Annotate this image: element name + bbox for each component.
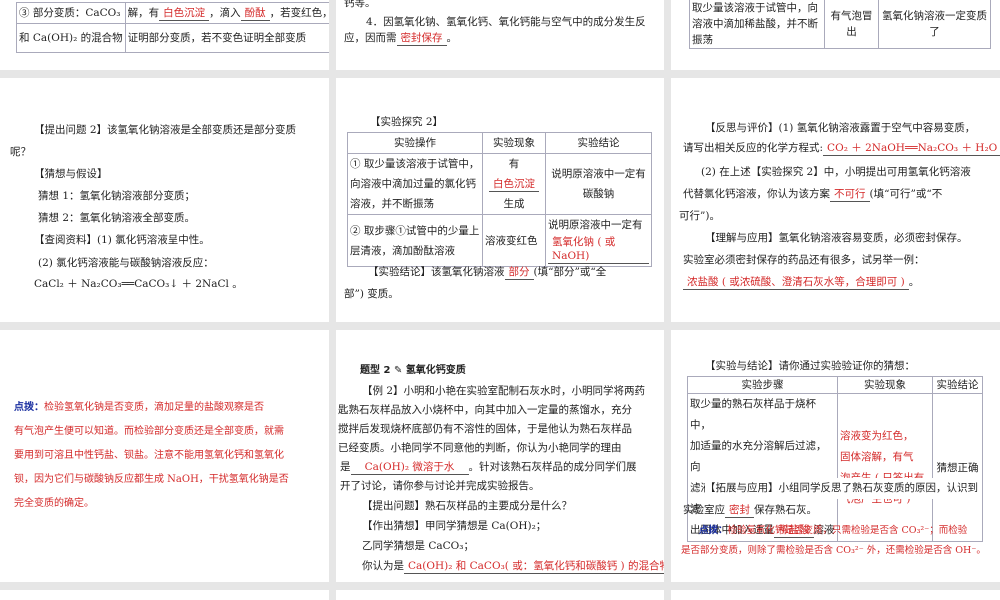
text-line: (2) 氯化钙溶液能与碳酸钠溶液反应： [38, 257, 214, 269]
text-line: 开了讨论，请你参与讨论并完成实验报告。 [340, 480, 540, 492]
table-header: 实验操作 [347, 132, 483, 154]
text-line: 可行”)。 [679, 210, 720, 222]
text-line: 【提出问题 2】该氢氧化钠溶液是全部变质还是部分变质 [34, 124, 297, 136]
text-line: 【例 2】小明和小艳在实验室配制石灰水时，小明同学将两药 [362, 385, 646, 397]
equation: CaCl₂ ＋ Na₂CO₃══CaCO₃↓ ＋ 2NaCl 。 [34, 278, 243, 290]
table-cell: 说明原溶液中一定有碳酸钠 [545, 153, 652, 215]
text-line: 已经变质。小艳同学不同意他的判断，你认为小艳同学的理由 [338, 442, 622, 454]
slide-table: 实验操作 实验现象 实验结论 ① 取少量该溶液于试管中，向溶液中滴加过量的氯化钙溶液… [347, 132, 652, 267]
text-line: 【查阅资料】(1) 氯化钙溶液呈中性。 [34, 234, 210, 246]
slide-thumbnail-5[interactable]: 【实验探究 2】 实验操作 实验现象 实验结论 ① 取少量该溶液于试管中，向溶液中滴… [336, 78, 664, 322]
slide-thumbnail-2[interactable]: 钙等。 4．因氢氧化钠、氢氧化钙、氧化钙能与空气中的成分发生反 应，因而需 密封保… [336, 0, 664, 70]
table-cell: 氢氧化钠溶液一定变质了 [878, 0, 991, 49]
text-line: 猜想 2：氢氧化钠溶液全部变质。 [38, 212, 196, 224]
text-line: 请写出相关反应的化学方程式:CO₂ ＋ 2NaOH══Na₂CO₃ ＋ H₂O。 [683, 138, 1000, 159]
hint-line: 有气泡产生便可以知道。而检验部分变质还是全部变质，就需 [14, 426, 284, 437]
table-cell: 解，有 白色沉淀 ，滴入 酚酞 ，若变红色， [124, 2, 329, 24]
text-line: 乙同学猜想是 CaCO₃； [362, 540, 474, 552]
text-line: 【作出猜想】甲同学猜想是 Ca(OH)₂； [362, 520, 547, 532]
section-heading: 题型 2 ✎ 氢氧化钙变质 [360, 365, 466, 376]
text-line: 匙熟石灰样品放入小烧杯中，向其中加入一定量的蒸馏水，充分 [338, 404, 632, 416]
text-line: (2) 在上述【实验探究 2】中，小明提出可用氢氧化钙溶液 [701, 166, 971, 178]
table-cell: ① 取少量该溶液于试管中，向溶液中滴加过量的氯化钙溶液，并不断振荡 [347, 153, 483, 215]
slide-thumbnail-11[interactable] [336, 590, 664, 600]
text-line: 【理解与应用】氢氧化钠溶液容易变质，必须密封保存。 [705, 232, 968, 244]
slide-thumbnail-6[interactable]: 【反思与评价】(1) 氢氧化钠溶液露置于空气中容易变质， 请写出相关反应的化学方… [671, 78, 1000, 322]
hint-line: 完全变质的确定。 [14, 498, 94, 509]
slide-thumbnail-9[interactable]: 【实验与结论】请你通过实验验证你的猜想： 实验步骤 实验现象 实验结论 取少量的熟石… [671, 330, 1000, 582]
slide-thumbnail-4[interactable]: 【提出问题 2】该氢氧化钠溶液是全部变质还是部分变质 呢？ 【猜想与假设】 猜想… [0, 78, 329, 322]
text-line: 呢？ [10, 146, 31, 158]
text-line: 浓盐酸 ( 或浓硫酸、澄清石灰水等，合理即可 )。 [683, 272, 919, 293]
text-line: 实验室应 密封 保存熟石灰。 [683, 504, 817, 518]
slide-thumbnail-8[interactable]: 题型 2 ✎ 氢氧化钙变质 【例 2】小明和小艳在实验室配制石灰水时，小明同学将… [336, 330, 664, 582]
text-line: 是 Ca(OH)₂ 微溶于水 。针对该熟石灰样品的成分同学们展 [340, 461, 637, 475]
text-line: 【猜想与假设】 [34, 168, 108, 180]
table-cell: ② 取步骤①试管中的少量上层清液，滴加酚酞溶液 [347, 214, 483, 267]
table-cell: 说明原溶液中一定有 氢氧化钠 ( 或 NaOH) [545, 214, 652, 267]
hint-line: 点拨：检验氢氧化钙是否变质，只需检验是否含 CO₃²⁻；而检验 [699, 525, 968, 536]
text-line: 【反思与评价】(1) 氢氧化钠溶液露置于空气中容易变质， [705, 122, 976, 134]
slide-thumbnail-1[interactable]: ③ 部分变质：CaCO₃ 解，有 白色沉淀 ，滴入 酚酞 ，若变红色， 和 Ca(OH)₂… [0, 0, 329, 70]
table-cell: 有白色沉淀 生成 [482, 153, 546, 215]
text-line: 搅拌后发现烧杯底部仍有不溶性的固体，于是他认为熟石灰样品 [338, 423, 632, 435]
hint-line: 是否部分变质，则除了需检验是否含 CO₃²⁻ 外，还需检验是否含 OH⁻。 [681, 545, 986, 556]
table-header: 实验结论 [545, 132, 652, 154]
hint-line: 点拨：检验氢氧化钠是否变质，滴加足量的盐酸观察是否 [14, 402, 264, 413]
slide-table: ③ 部分变质：CaCO₃ 解，有 白色沉淀 ，滴入 酚酞 ，若变红色， 和 Ca(OH)₂… [16, 2, 329, 53]
table-header: 实验现象 [837, 376, 933, 394]
text-line: 猜想 1：氢氧化钠溶液部分变质； [38, 190, 196, 202]
table-header: 实验步骤 [687, 376, 838, 394]
table-cell: 取少量该溶液于试管中，向溶液中滴加稀盐酸，并不断振荡 [689, 0, 825, 49]
text-line: 你认为是 Ca(OH)₂ 和 CaCO₃( 或：氢氧化钙和碳酸钙 ) 的混合物 [362, 556, 664, 577]
text-line: 代替氯化钙溶液，你认为该方案 不可行 (填“可行”或“不 [683, 188, 943, 202]
text-line: 【实验结论】该氢氧化钠溶液 部分 (填“部分”或“全 [368, 266, 607, 280]
slide-table: 取少量该溶液于试管中，向溶液中滴加稀盐酸，并不断振荡 有气泡冒出 氢氧化钠溶液一定变… [689, 0, 991, 49]
pen-icon: ✎ [393, 365, 403, 376]
text-line: 应，因而需 密封保存。 [344, 32, 457, 46]
table-header: 实验结论 [932, 376, 983, 394]
text-line: 部”) 变质。 [344, 288, 399, 300]
table-cell: ③ 部分变质：CaCO₃ [16, 2, 126, 24]
text-line: 【实验探究 2】 [370, 116, 444, 128]
table-cell: 证明部分变质，若不变色证明全部变质 [124, 23, 329, 53]
slide-thumbnail-12[interactable] [671, 590, 1000, 600]
table-cell: 溶液变红色 [482, 214, 546, 267]
table-cell: 和 Ca(OH)₂ 的混合物 [16, 23, 126, 53]
slide-thumbnail-7[interactable]: 点拨：检验氢氧化钠是否变质，滴加足量的盐酸观察是否 有气泡产生便可以知道。而检验… [0, 330, 329, 582]
slide-thumbnail-10[interactable] [0, 590, 329, 600]
table-cell: 有气泡冒出 [823, 0, 880, 49]
text-line: 【实验与结论】请你通过实验验证你的猜想： [705, 360, 915, 372]
text-line: 实验室必须密封保存的药品还有很多，试另举一例： [683, 254, 925, 266]
text-line: 【提出问题】熟石灰样品的主要成分是什么？ [362, 500, 572, 512]
slide-thumbnail-3[interactable]: 取少量该溶液于试管中，向溶液中滴加稀盐酸，并不断振荡 有气泡冒出 氢氧化钠溶液一定变… [671, 0, 1000, 70]
hint-line: 要用到可溶且中性钙盐、钡盐。注意不能用氢氧化钙和氢氧化 [14, 450, 284, 461]
text-line: 【拓展与应用】小组同学反思了熟石灰变质的原因，认识到 [705, 478, 978, 499]
hint-line: 钡，因为它们与碳酸钠反应都生成 NaOH，干扰氢氧化钠是否 [14, 474, 289, 485]
table-header: 实验现象 [482, 132, 546, 154]
